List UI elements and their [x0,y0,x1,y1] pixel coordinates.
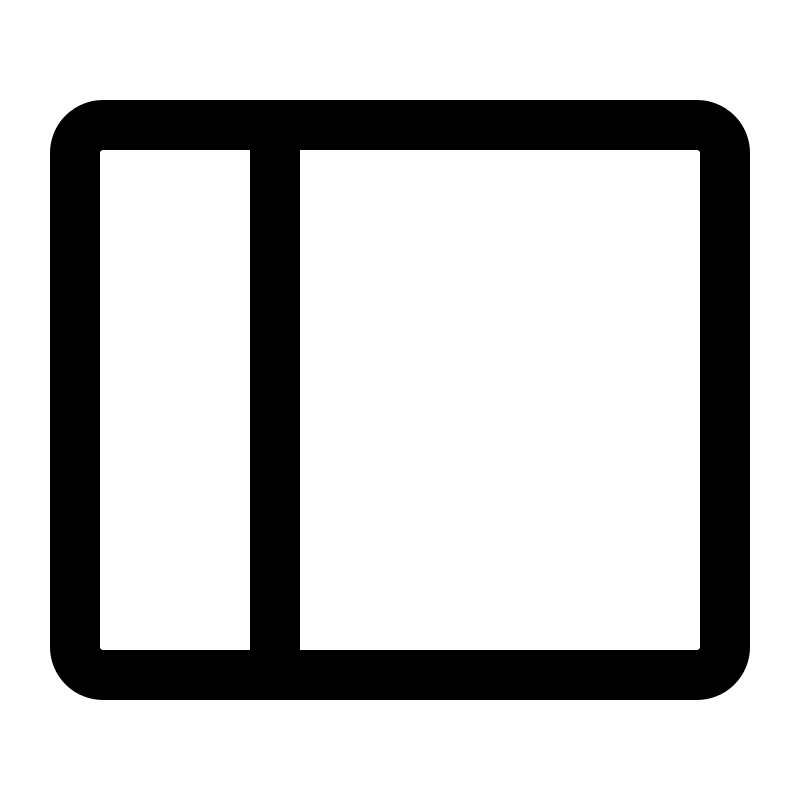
outer-frame [50,100,750,700]
icon-canvas [0,0,800,800]
sidebar-left-layout-icon [50,100,750,700]
